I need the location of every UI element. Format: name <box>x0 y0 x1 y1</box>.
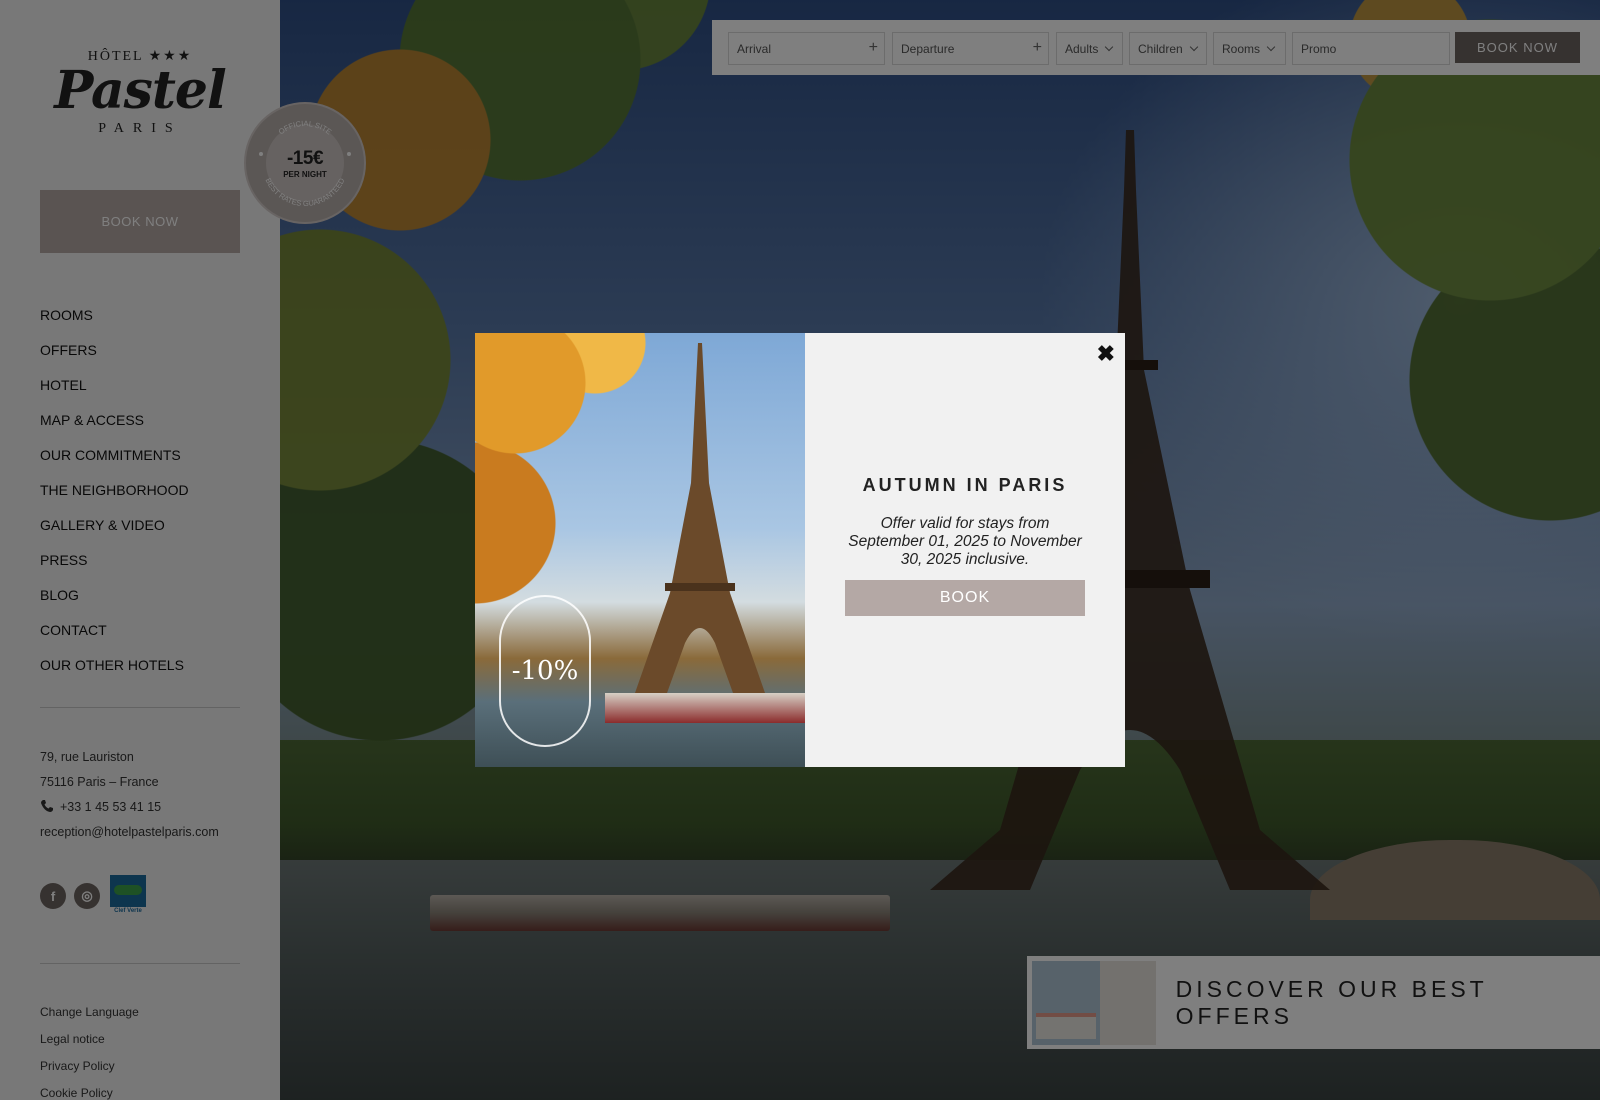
discount-stamp: -10% <box>499 595 591 747</box>
modal-boats <box>605 693 805 723</box>
modal-title: AUTUMN IN PARIS <box>862 475 1068 495</box>
modal-content: ✖ AUTUMN IN PARIS Offer valid for stays … <box>805 333 1125 767</box>
modal-description: Offer valid for stays from September 01,… <box>848 515 1082 568</box>
autumn-promo-image: -10% <box>475 333 805 767</box>
promo-modal: -10% ✖ AUTUMN IN PARIS Offer valid for s… <box>475 333 1125 767</box>
close-icon[interactable]: ✖ <box>1097 341 1115 367</box>
modal-book-button[interactable]: BOOK <box>845 580 1085 616</box>
